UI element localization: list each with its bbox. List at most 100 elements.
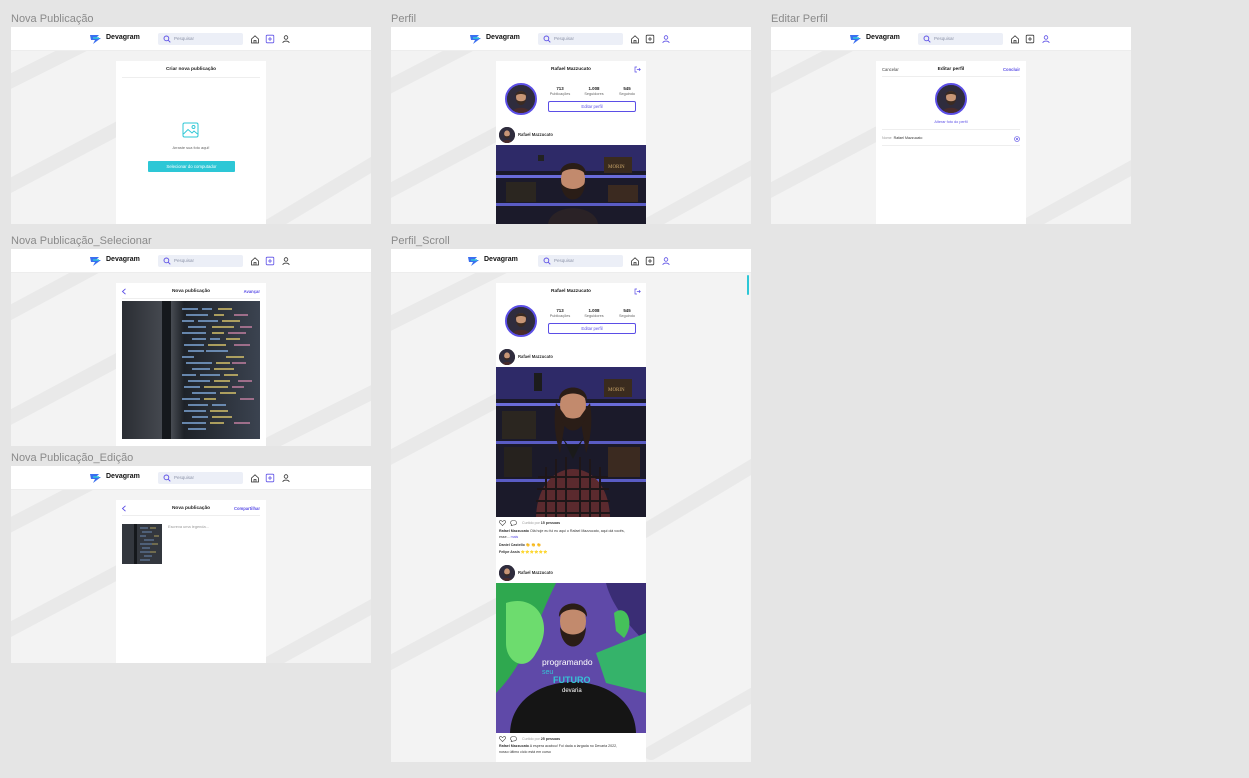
user-icon[interactable] [1041, 34, 1051, 44]
profile-avatar[interactable] [505, 305, 537, 337]
shirt-text-devaria: devaria [562, 688, 582, 694]
logout-icon[interactable] [634, 288, 641, 295]
new-post-panel: Nova publicação Avançar [116, 283, 266, 446]
brand-name: Devagram [866, 34, 900, 41]
post-author-avatar[interactable] [499, 565, 515, 581]
plus-square-icon[interactable] [265, 473, 275, 483]
search-placeholder: Pesquisar [174, 475, 195, 480]
edit-profile-button[interactable]: Editar perfil [548, 101, 636, 112]
search-input[interactable]: Pesquisar [538, 255, 623, 267]
search-input[interactable]: Pesquisar [158, 33, 243, 45]
home-icon[interactable] [630, 256, 640, 266]
home-icon[interactable] [250, 34, 260, 44]
plus-square-icon[interactable] [265, 256, 275, 266]
search-icon [163, 35, 171, 43]
search-placeholder: Pesquisar [554, 36, 575, 41]
post-author-avatar[interactable] [499, 127, 515, 143]
select-from-computer-button[interactable]: Selecionar do computador [148, 161, 235, 172]
profile-avatar[interactable] [935, 83, 967, 115]
logo-icon[interactable] [89, 33, 103, 45]
divider [882, 129, 1020, 130]
stat-following[interactable]: 545 Seguindo [613, 86, 641, 96]
search-input[interactable]: Pesquisar [158, 255, 243, 267]
next-button[interactable]: Avançar [244, 289, 260, 294]
change-photo-link[interactable]: Alterar foto do perfil [876, 120, 1026, 124]
brand-name: Devagram [106, 473, 140, 480]
frame-nova-publicacao: Devagram Pesquisar Criar nova publicação… [11, 27, 371, 224]
post-author-name[interactable]: Rafael Mazzucato [518, 570, 553, 575]
share-button[interactable]: Compartilhar [234, 506, 260, 511]
plus-square-icon[interactable] [1025, 34, 1035, 44]
post-caption-line2: nosso último ciclo está em curso [499, 750, 551, 754]
logo-icon[interactable] [849, 33, 863, 45]
post-author-avatar[interactable] [499, 349, 515, 365]
plus-square-icon[interactable] [265, 34, 275, 44]
clear-icon[interactable] [1014, 136, 1020, 142]
brand-name: Devagram [106, 256, 140, 263]
stat-followers[interactable]: 1.008 Seguidores [580, 308, 608, 318]
home-icon[interactable] [1010, 34, 1020, 44]
home-icon[interactable] [630, 34, 640, 44]
shirt-text-seu: seu [542, 669, 553, 676]
search-placeholder: Pesquisar [934, 36, 955, 41]
logo-icon[interactable] [89, 472, 103, 484]
user-icon[interactable] [281, 473, 291, 483]
search-input[interactable]: Pesquisar [158, 472, 243, 484]
top-navbar: Devagram Pesquisar [391, 249, 751, 273]
brand-name: Devagram [486, 34, 520, 41]
logo-icon[interactable] [469, 33, 483, 45]
user-icon[interactable] [281, 256, 291, 266]
search-icon [923, 35, 931, 43]
name-field[interactable]: Nome Rafael Mazzucato [882, 136, 922, 140]
edit-profile-button[interactable]: Editar perfil [548, 323, 636, 334]
done-button[interactable]: Concluir [1003, 67, 1020, 72]
logo-icon[interactable] [89, 255, 103, 267]
heart-icon[interactable] [499, 520, 506, 526]
search-placeholder: Pesquisar [554, 258, 575, 263]
more-link[interactable]: mais [511, 535, 519, 539]
search-icon [543, 257, 551, 265]
likes-count: Curtido por 15 pessoas [522, 521, 561, 525]
selected-code-thumbnail [122, 524, 162, 564]
post-author-name[interactable]: Rafael Mazzucato [518, 354, 553, 359]
frame-label-nova-publicacao: Nova Publicação [11, 13, 94, 25]
comment-icon[interactable] [510, 736, 517, 742]
plus-square-icon[interactable] [645, 34, 655, 44]
home-icon[interactable] [250, 256, 260, 266]
user-icon[interactable] [661, 256, 671, 266]
selected-code-photo [122, 301, 260, 439]
stat-posts: 713 Publicações [549, 308, 571, 318]
comment-icon[interactable] [510, 520, 517, 526]
divider [122, 515, 260, 516]
post-photo-programando-shirt[interactable]: programando seu FUTURO devaria [496, 583, 646, 733]
search-input[interactable]: Pesquisar [918, 33, 1003, 45]
post-caption: Rafael Mazzucato Olá hoje eu fui eu aqui… [499, 529, 625, 533]
stat-following[interactable]: 545 Seguindo [613, 308, 641, 318]
top-navbar: Devagram Pesquisar [771, 27, 1131, 51]
search-input[interactable]: Pesquisar [538, 33, 623, 45]
scrollbar-thumb[interactable] [747, 275, 749, 295]
post-photo-plaid-shirt[interactable]: MORIN [496, 367, 646, 517]
new-post-panel: Nova publicação Compartilhar Escreva uma… [116, 500, 266, 663]
stat-posts: 713 Publicações [549, 86, 571, 96]
post-caption: Rafael Mazzucato A espera acabou! Foi da… [499, 744, 618, 748]
search-icon [163, 257, 171, 265]
logo-icon[interactable] [467, 255, 481, 267]
profile-name-title: Rafael Mazzucato [551, 67, 591, 72]
home-icon[interactable] [250, 473, 260, 483]
post-author-name[interactable]: Rafael Mazzucato [518, 132, 553, 137]
book-title-text: MORIN [608, 388, 625, 393]
top-navbar: Devagram Pesquisar [11, 466, 371, 490]
shirt-text-programando: programando [542, 657, 593, 667]
user-icon[interactable] [661, 34, 671, 44]
stat-followers[interactable]: 1.008 Seguidores [580, 86, 608, 96]
profile-avatar[interactable] [505, 83, 537, 115]
brand-name: Devagram [484, 256, 518, 263]
frame-nova-publicacao-edicao: Devagram Pesquisar Nova publicação Compa… [11, 466, 371, 663]
post-photo[interactable]: MORIN [496, 145, 646, 224]
logout-icon[interactable] [634, 66, 641, 73]
user-icon[interactable] [281, 34, 291, 44]
plus-square-icon[interactable] [645, 256, 655, 266]
caption-input[interactable]: Escreva uma legenda... [168, 524, 209, 529]
heart-icon[interactable] [499, 736, 506, 742]
